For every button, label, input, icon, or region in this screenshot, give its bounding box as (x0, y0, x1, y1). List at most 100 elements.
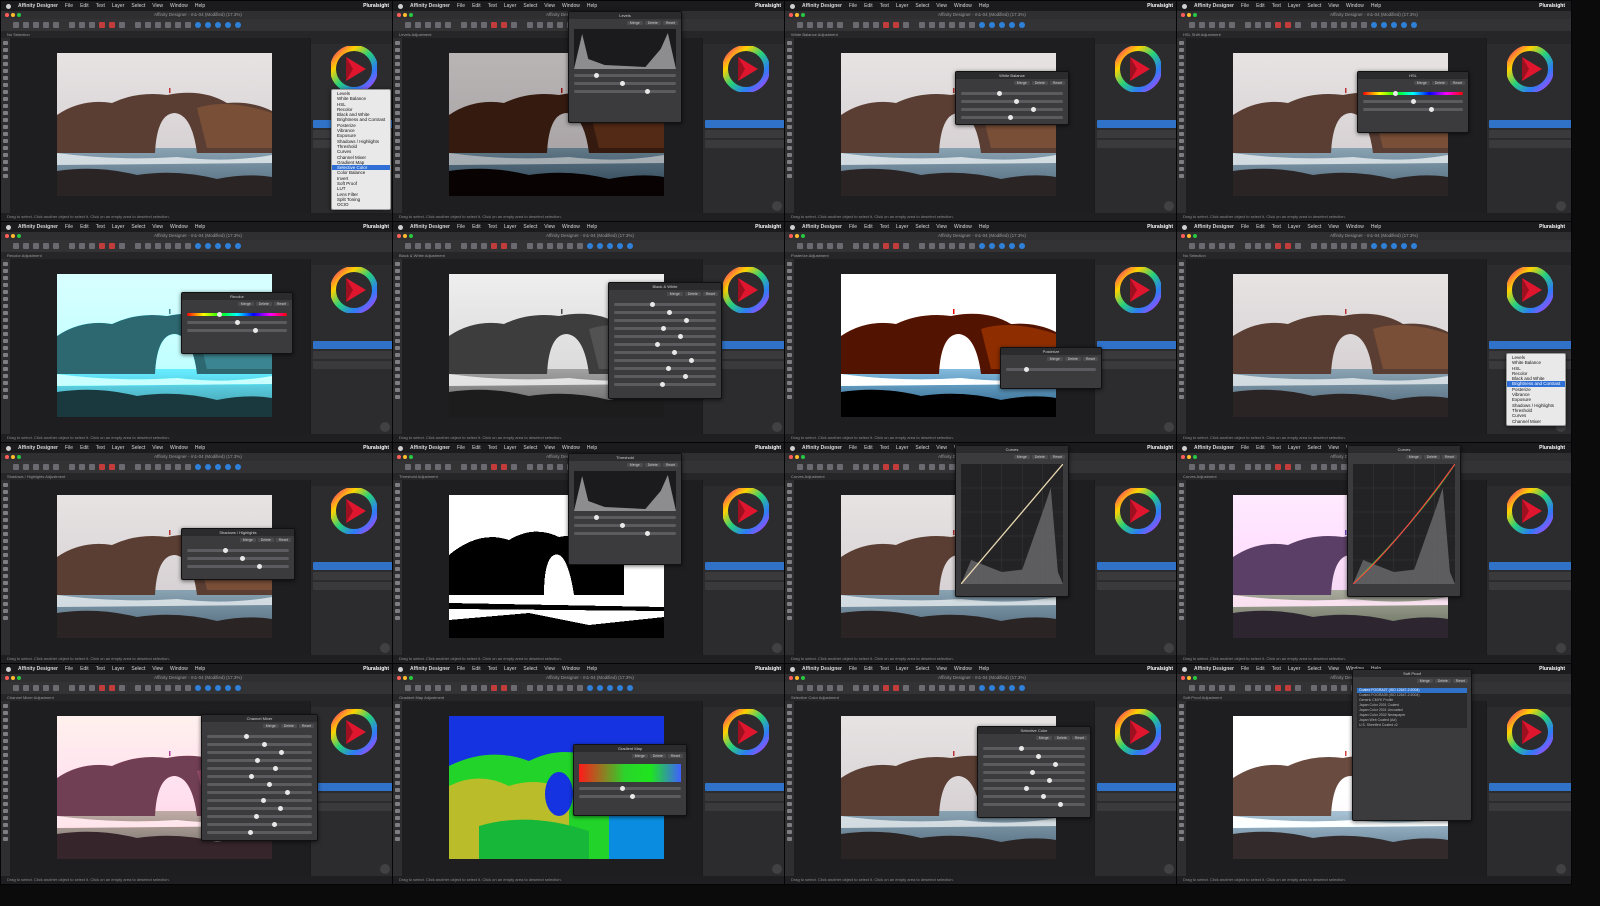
slider-thumb[interactable] (649, 301, 655, 307)
toolbar-icon[interactable] (1219, 685, 1225, 691)
tool-icon[interactable] (1179, 823, 1184, 827)
toolbar-icon[interactable] (567, 243, 573, 249)
slider-thumb[interactable] (261, 741, 267, 747)
slider[interactable] (207, 821, 312, 827)
tool-icon[interactable] (787, 760, 792, 764)
tool-icon[interactable] (395, 167, 400, 171)
slider[interactable] (207, 781, 312, 787)
toolbar-icon[interactable] (873, 685, 879, 691)
tool-icon[interactable] (3, 511, 8, 515)
color-wheel[interactable] (722, 487, 770, 535)
menu-file[interactable]: File (849, 666, 857, 672)
toolbar-icon[interactable] (109, 243, 115, 249)
slider-thumb[interactable] (253, 327, 258, 333)
toolbar-icon[interactable] (587, 685, 593, 691)
merge-button[interactable]: Merge (1035, 736, 1052, 740)
app-name[interactable]: Affinity Designer (18, 666, 58, 672)
minimize-button[interactable] (11, 455, 15, 459)
tool-icon[interactable] (395, 760, 400, 764)
menu-help[interactable]: Help (979, 666, 989, 672)
tool-icon[interactable] (395, 518, 400, 522)
toolbar-icon[interactable] (1381, 22, 1387, 28)
slider[interactable] (574, 522, 676, 528)
menu-window[interactable]: Window (170, 3, 188, 9)
tool-icon[interactable] (1179, 774, 1184, 778)
menu-window[interactable]: Window (562, 445, 580, 451)
tool-icon[interactable] (787, 48, 792, 52)
toolbar-icon[interactable] (1285, 464, 1291, 470)
toolbar-icon[interactable] (1311, 243, 1317, 249)
toolbar-icon[interactable] (461, 464, 467, 470)
toolbar-icon[interactable] (1245, 685, 1251, 691)
slider-thumb[interactable] (1014, 98, 1020, 104)
zoom-button[interactable] (1193, 676, 1197, 680)
tool-icon[interactable] (3, 62, 8, 66)
menu-file[interactable]: File (457, 224, 465, 230)
menu-edit[interactable]: Edit (80, 224, 89, 230)
tool-icon[interactable] (787, 41, 792, 45)
layer-row[interactable] (313, 803, 395, 811)
background-layer[interactable] (1097, 130, 1179, 138)
adjustment-layer[interactable] (705, 120, 787, 128)
photo-layer[interactable] (1233, 274, 1448, 417)
apple-icon[interactable] (6, 445, 11, 451)
toolbar-icon[interactable] (939, 685, 945, 691)
adjustment-layer[interactable] (1097, 120, 1179, 128)
slider[interactable] (574, 514, 676, 520)
menu-window[interactable]: Window (1346, 224, 1364, 230)
toolbar-icon[interactable] (627, 243, 633, 249)
tool-icon[interactable] (3, 518, 8, 522)
menu-item[interactable]: Channel Mixer (1507, 419, 1565, 424)
toolbar-icon[interactable] (1219, 22, 1225, 28)
toolbar-icon[interactable] (445, 685, 451, 691)
menu-select[interactable]: Select (523, 445, 537, 451)
tool-icon[interactable] (3, 490, 8, 494)
toolbar-icon[interactable] (165, 22, 171, 28)
tool-icon[interactable] (1179, 497, 1184, 501)
menu-help[interactable]: Help (195, 3, 205, 9)
toolbar-icon[interactable] (1019, 243, 1025, 249)
tool-icon[interactable] (1179, 560, 1184, 564)
zoom-button[interactable] (409, 13, 413, 17)
slider[interactable] (614, 325, 716, 331)
reset-button[interactable]: Reset (1449, 81, 1465, 85)
tool-icon[interactable] (1179, 837, 1184, 841)
reset-button[interactable]: Reset (702, 292, 718, 296)
delete-button[interactable]: Delete (644, 463, 661, 467)
toolbar-icon[interactable] (989, 243, 995, 249)
tool-icon[interactable] (395, 809, 400, 813)
close-button[interactable] (397, 676, 401, 680)
slider-thumb[interactable] (254, 813, 260, 819)
toolbar-icon[interactable] (1295, 685, 1301, 691)
tool-icon[interactable] (787, 490, 792, 494)
tool-icon[interactable] (3, 753, 8, 757)
toolbar-icon[interactable] (109, 464, 115, 470)
background-layer[interactable] (1489, 130, 1571, 138)
slider-thumb[interactable] (1024, 366, 1029, 372)
background-layer[interactable] (313, 351, 395, 359)
toolbar-icon[interactable] (1351, 243, 1357, 249)
toolbar-icon[interactable] (959, 243, 965, 249)
toolbar-icon[interactable] (23, 464, 29, 470)
reset-button[interactable]: Reset (1441, 455, 1457, 459)
minimize-button[interactable] (403, 455, 407, 459)
toolbar-icon[interactable] (185, 464, 191, 470)
toolbar-icon[interactable] (959, 685, 965, 691)
close-button[interactable] (5, 234, 9, 238)
slider[interactable] (983, 793, 1085, 799)
toolbar-icon[interactable] (1245, 464, 1251, 470)
slider-thumb[interactable] (660, 325, 666, 331)
toolbar-icon[interactable] (547, 464, 553, 470)
reset-button[interactable]: Reset (1082, 357, 1098, 361)
delete-button[interactable]: Delete (255, 302, 272, 306)
menu-text[interactable]: Text (880, 3, 889, 9)
menu-window[interactable]: Window (954, 3, 972, 9)
menu-file[interactable]: File (65, 666, 73, 672)
toolbar-icon[interactable] (537, 243, 543, 249)
toolbar-icon[interactable] (807, 685, 813, 691)
color-wheel[interactable] (1114, 487, 1162, 535)
toolbar-icon[interactable] (1275, 243, 1281, 249)
minimize-button[interactable] (1187, 13, 1191, 17)
studio-tabs[interactable] (1095, 701, 1179, 707)
toolbar-icon[interactable] (53, 243, 59, 249)
